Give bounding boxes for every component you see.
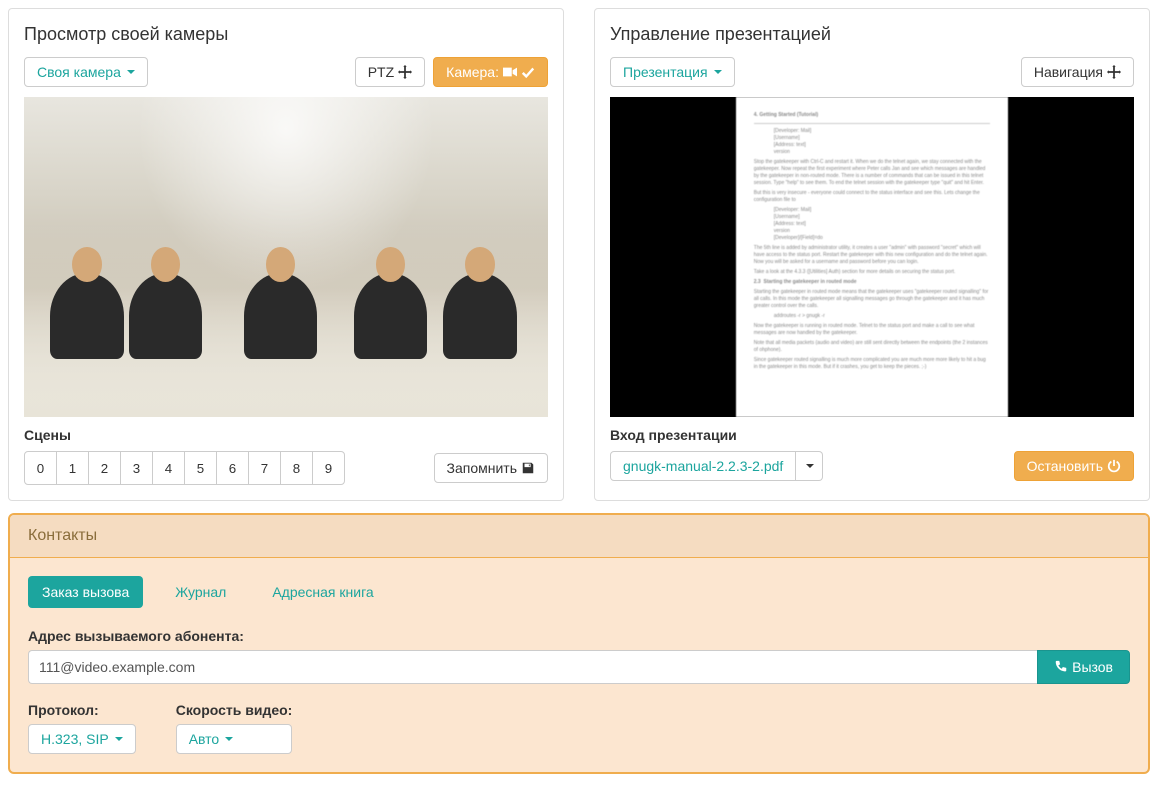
ptz-button[interactable]: PTZ [355,57,425,87]
caret-icon [806,464,814,468]
camera-panel-title: Просмотр своей камеры [24,24,548,45]
contacts-title: Контакты [10,515,1148,558]
address-input[interactable] [28,650,1037,684]
check-icon [521,65,535,79]
protocol-label: Протокол: [28,702,136,718]
camera-toolbar: Своя камера PTZ Камера: [24,57,548,87]
contacts-tabs: Заказ вызова Журнал Адресная книга [28,576,1130,608]
camera-label: Камера: [446,64,499,80]
scene-btn-2[interactable]: 2 [88,451,121,485]
caret-icon [115,737,123,741]
remember-button[interactable]: Запомнить [434,453,549,483]
speed-select[interactable]: Авто [176,724,293,754]
ptz-label: PTZ [368,64,394,80]
move-icon [1107,65,1121,79]
camera-button[interactable]: Камера: [433,57,548,87]
presentation-panel: Управление презентацией Презентация Нави… [594,8,1150,501]
protocol-value: H.323, SIP [41,731,109,747]
scene-btn-1[interactable]: 1 [56,451,89,485]
scene-btn-5[interactable]: 5 [184,451,217,485]
presentation-toolbar: Презентация Навигация [610,57,1134,87]
save-icon [521,461,535,475]
address-label: Адрес вызываемого абонента: [28,628,1130,644]
power-icon [1107,459,1121,473]
presentation-label: Презентация [623,64,708,80]
speed-label: Скорость видео: [176,702,293,718]
caret-icon [714,70,722,74]
tab-order-call[interactable]: Заказ вызова [28,576,143,608]
file-dropdown: gnugk-manual-2.2.3-2.pdf [610,451,823,481]
scene-btn-3[interactable]: 3 [120,451,153,485]
phone-icon [1054,660,1068,674]
presentation-preview: 4. Getting Started (Tutorial) [Developer… [610,97,1134,417]
contacts-panel: Контакты Заказ вызова Журнал Адресная кн… [8,513,1150,774]
scenes-label: Сцены [24,427,548,443]
own-camera-button[interactable]: Своя камера [24,57,148,87]
scene-btn-6[interactable]: 6 [216,451,249,485]
video-icon [503,65,517,79]
camera-preview [24,97,548,417]
caret-icon [225,737,233,741]
remember-label: Запомнить [447,460,518,476]
presentation-button[interactable]: Презентация [610,57,735,87]
file-button[interactable]: gnugk-manual-2.2.3-2.pdf [610,451,796,481]
scene-btn-7[interactable]: 7 [248,451,281,485]
document-page: 4. Getting Started (Tutorial) [Developer… [736,97,1008,417]
own-camera-label: Своя камера [37,64,121,80]
protocol-select[interactable]: H.323, SIP [28,724,136,754]
call-label: Вызов [1072,659,1113,675]
navigation-label: Навигация [1034,64,1103,80]
tab-journal[interactable]: Журнал [161,576,240,608]
file-toggle-button[interactable] [796,451,823,481]
call-button[interactable]: Вызов [1037,650,1130,684]
pres-input-label: Вход презентации [610,427,1134,443]
speed-value: Авто [189,731,220,747]
scene-btn-8[interactable]: 8 [280,451,313,485]
navigation-button[interactable]: Навигация [1021,57,1134,87]
stop-button[interactable]: Остановить [1014,451,1134,481]
scene-btn-0[interactable]: 0 [24,451,57,485]
scene-btn-4[interactable]: 4 [152,451,185,485]
presentation-panel-title: Управление презентацией [610,24,1134,45]
caret-icon [127,70,135,74]
scene-btn-9[interactable]: 9 [312,451,345,485]
stop-label: Остановить [1027,458,1103,474]
camera-panel: Просмотр своей камеры Своя камера PTZ Ка… [8,8,564,501]
tab-address-book[interactable]: Адресная книга [258,576,387,608]
move-icon [398,65,412,79]
scene-buttons: 0 1 2 3 4 5 6 7 8 9 [24,451,345,485]
